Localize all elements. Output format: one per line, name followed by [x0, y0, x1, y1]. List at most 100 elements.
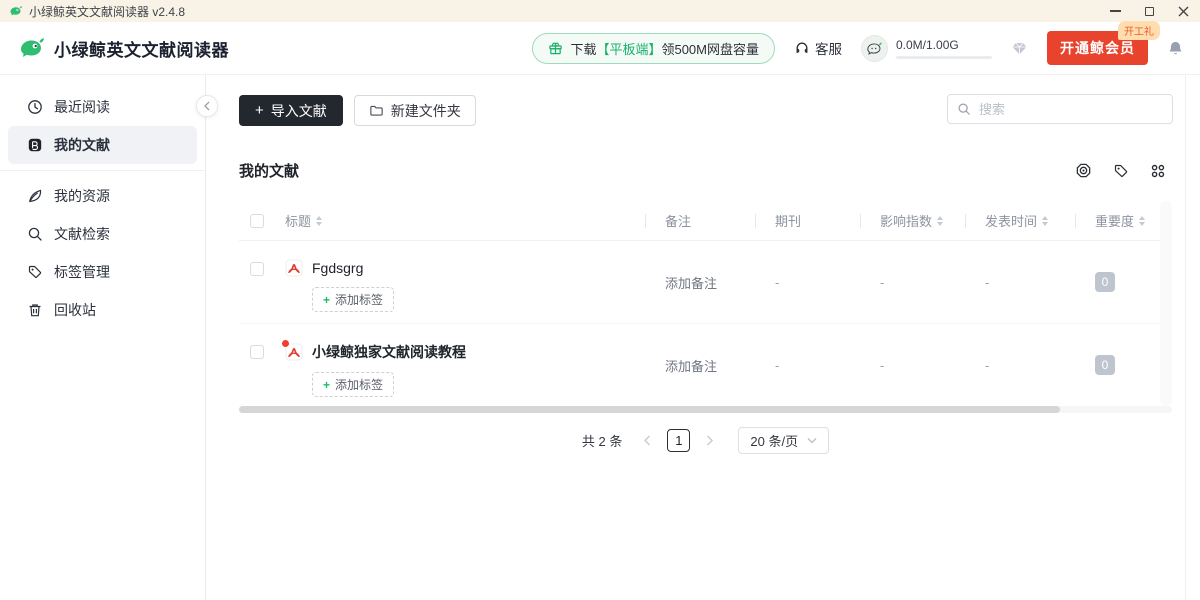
row-checkbox[interactable] [250, 345, 264, 359]
sidebar-collapse-button[interactable] [196, 95, 218, 117]
plus-icon: + [255, 102, 264, 119]
feather-pen-icon [27, 188, 43, 204]
content-right-divider [1185, 75, 1186, 600]
search-input[interactable] [947, 94, 1173, 124]
unread-dot [282, 340, 289, 347]
add-tag-chip[interactable]: + 添加标签 [312, 287, 394, 312]
sort-icon[interactable] [937, 216, 943, 226]
headset-icon [794, 40, 810, 56]
table-header-row: 标题 备注 期刊 影响指数 发表时间 重要度 [239, 201, 1172, 241]
storage-indicator: 0.0M/1.00G [861, 35, 992, 62]
sort-icon[interactable] [316, 216, 322, 226]
row-checkbox[interactable] [250, 262, 264, 276]
next-page-button[interactable] [699, 429, 721, 451]
vertical-scrollbar[interactable] [1160, 201, 1172, 406]
journal-cell: - [755, 241, 860, 323]
grid-view-icon[interactable] [1150, 163, 1166, 179]
sidebar-item-tag-management[interactable]: 标签管理 [0, 253, 205, 291]
plus-icon: + [323, 378, 330, 392]
column-header-journal: 期刊 [755, 201, 860, 240]
add-tag-chip[interactable]: + 添加标签 [312, 372, 394, 397]
sidebar-item-label: 标签管理 [54, 262, 110, 282]
minimize-button[interactable] [1098, 0, 1132, 22]
sidebar-item-recent-reading[interactable]: 最近阅读 [0, 88, 205, 126]
literature-table: 标题 备注 期刊 影响指数 发表时间 重要度 [239, 201, 1172, 406]
storage-usage-text: 0.0M/1.00G [896, 38, 992, 52]
search-box [947, 94, 1173, 124]
tag-icon [27, 264, 43, 280]
window-titlebar: 小绿鲸英文文献阅读器 v2.4.8 [0, 0, 1200, 22]
import-literature-button[interactable]: + 导入文献 [239, 95, 343, 126]
sidebar-item-label: 我的资源 [54, 186, 110, 206]
download-pill-label: 下载【平板端】领500M网盘容量 [570, 39, 759, 58]
main-content: + 导入文献 新建文件夹 我的文献 [207, 75, 1200, 600]
impact-cell: - [860, 324, 965, 406]
new-folder-button[interactable]: 新建文件夹 [354, 95, 476, 126]
published-cell: - [965, 241, 1075, 323]
pagination: 共 2 条 1 20 条/页 [239, 426, 1172, 454]
document-title[interactable]: Fgdsgrg [312, 260, 363, 276]
whale-logo-icon [18, 36, 46, 60]
column-header-title[interactable]: 标题 [285, 201, 645, 240]
vip-gift-badge: 开工礼 [1118, 21, 1160, 40]
library-icon [27, 137, 43, 153]
importance-badge[interactable]: 0 [1095, 355, 1115, 375]
add-note-link[interactable]: 添加备注 [665, 356, 717, 375]
sort-icon[interactable] [1042, 216, 1048, 226]
diamond-vip-icon[interactable] [1011, 40, 1028, 56]
sidebar-divider [0, 170, 205, 171]
select-all-checkbox[interactable] [250, 214, 264, 228]
app-title: 小绿鲸英文文献阅读器 [54, 36, 229, 61]
chevron-down-icon [807, 437, 817, 444]
app-logo: 小绿鲸英文文献阅读器 [18, 36, 229, 61]
horizontal-scrollbar[interactable] [239, 406, 1172, 413]
published-cell: - [965, 324, 1075, 406]
prev-page-button[interactable] [636, 429, 658, 451]
download-tablet-pill[interactable]: 下载【平板端】领500M网盘容量 [532, 33, 775, 64]
journal-cell: - [755, 324, 860, 406]
clock-icon [27, 99, 43, 115]
pdf-file-icon [285, 343, 303, 361]
add-note-link[interactable]: 添加备注 [665, 273, 717, 292]
search-icon [27, 226, 43, 242]
open-vip-button[interactable]: 开通鲸会员 开工礼 [1047, 31, 1148, 65]
table-row: 小绿鲸独家文献阅读教程 + 添加标签 添加备注 - - - 0 [239, 324, 1172, 406]
sidebar: 最近阅读 我的文献 我的资源 文献检索 标签管理 回收站 [0, 75, 206, 600]
sidebar-item-label: 文献检索 [54, 224, 110, 244]
sidebar-item-label: 最近阅读 [54, 97, 110, 117]
impact-cell: - [860, 241, 965, 323]
document-title[interactable]: 小绿鲸独家文献阅读教程 [312, 342, 466, 362]
tag-filter-icon[interactable] [1113, 163, 1129, 179]
notification-bell-icon[interactable] [1167, 40, 1184, 57]
sidebar-item-literature-search[interactable]: 文献检索 [0, 215, 205, 253]
page-size-select[interactable]: 20 条/页 [738, 427, 829, 454]
app-whale-icon [9, 5, 23, 17]
sidebar-item-my-literature[interactable]: 我的文献 [8, 126, 197, 164]
pdf-file-icon [285, 259, 303, 277]
horizontal-scrollbar-thumb[interactable] [239, 406, 1060, 413]
total-count-label: 共 2 条 [582, 431, 622, 450]
table-row: Fgdsgrg + 添加标签 添加备注 - - - 0 [239, 241, 1172, 324]
column-header-impact[interactable]: 影响指数 [860, 201, 965, 240]
importance-badge[interactable]: 0 [1095, 272, 1115, 292]
display-settings-icon[interactable] [1075, 162, 1092, 179]
gift-icon [548, 41, 563, 56]
close-button[interactable] [1166, 0, 1200, 22]
sidebar-item-recycle-bin[interactable]: 回收站 [0, 291, 205, 329]
window-title: 小绿鲸英文文献阅读器 v2.4.8 [29, 3, 185, 20]
sidebar-item-label: 回收站 [54, 300, 96, 320]
plus-icon: + [323, 293, 330, 307]
sidebar-item-my-resources[interactable]: 我的资源 [0, 177, 205, 215]
sort-icon[interactable] [1139, 216, 1145, 226]
sidebar-item-label: 我的文献 [54, 135, 110, 155]
storage-progress-bar [896, 56, 992, 59]
search-input-icon [957, 102, 971, 116]
customer-service-label: 客服 [815, 38, 842, 58]
customer-service-button[interactable]: 客服 [794, 38, 842, 58]
user-avatar[interactable] [861, 35, 888, 62]
page-number-button[interactable]: 1 [667, 429, 690, 452]
section-title: 我的文献 [239, 160, 299, 181]
maximize-button[interactable] [1132, 0, 1166, 22]
column-header-published[interactable]: 发表时间 [965, 201, 1075, 240]
column-header-importance[interactable]: 重要度 [1075, 201, 1172, 240]
